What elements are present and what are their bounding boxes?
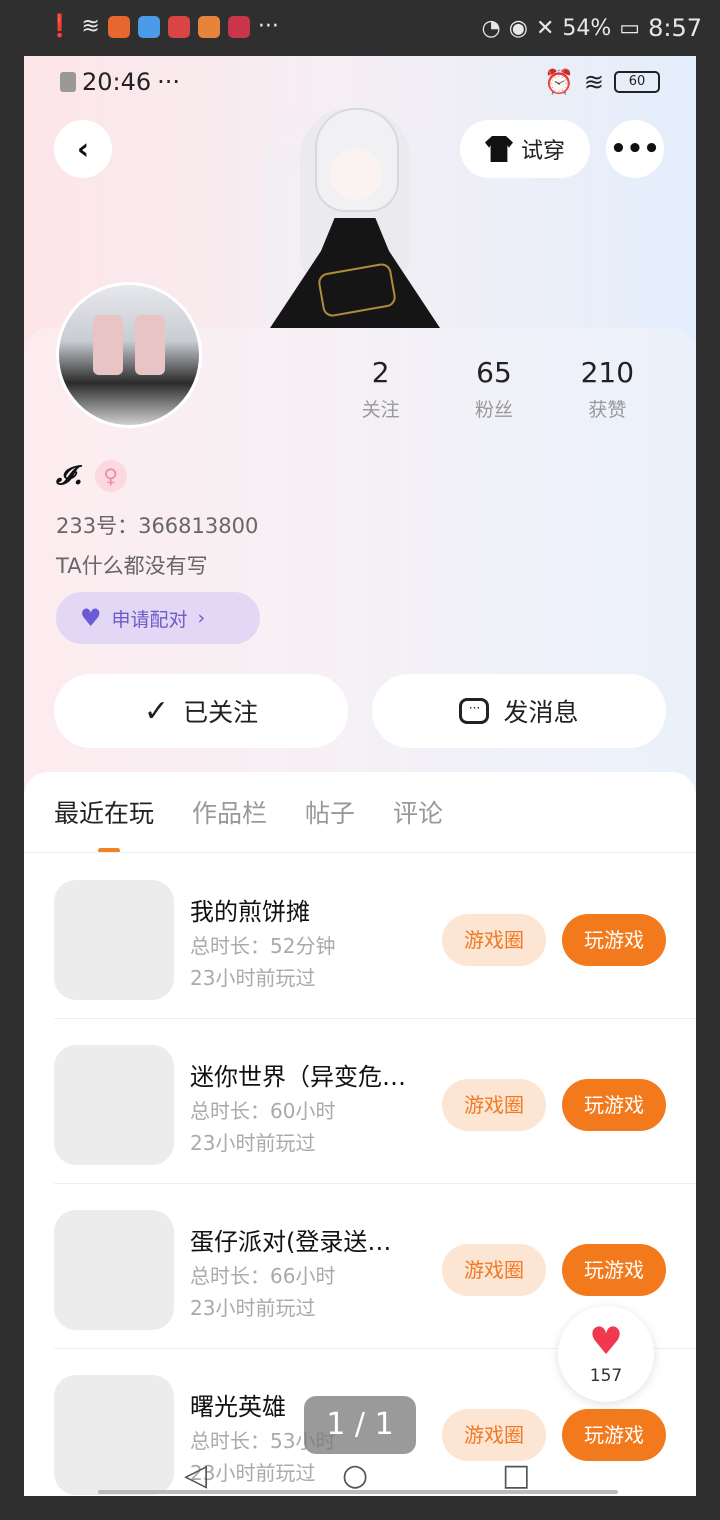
app-status-bar: 20:46 ··· ⏰ ≋ 60 [24,56,696,108]
app-time: 20:46 [82,68,152,96]
game-title: 迷你世界（异变危… [190,1063,406,1091]
wifi-icon: ≋ [81,14,100,39]
chevron-left-icon: ‹ [76,131,90,167]
game-title: 蛋仔派对(登录送… [190,1228,392,1256]
back-button[interactable]: ‹ [54,120,112,178]
game-title: 我的煎饼摊 [190,898,310,926]
app-icon [107,15,130,38]
user-id: 233号：366813800 [56,514,259,538]
send-message-label: 发消息 [503,698,579,727]
female-icon: ♀ [94,460,127,492]
play-game-button[interactable]: 玩游戏 [562,914,666,966]
sim-icon [60,72,76,92]
send-message-button[interactable]: ··· 发消息 [372,674,666,748]
nav-back-icon[interactable]: ◁ [184,1458,207,1493]
try-on-label: 试穿 [520,139,565,164]
app-screen: 20:46 ··· ⏰ ≋ 60 ‹ 试穿 ••• 2 关注 65 粉丝 210… [24,56,696,1496]
more-dots-icon: ••• [610,134,660,164]
request-pair-label: 申请配对 [111,608,188,631]
alarm-icon: ⏰ [544,68,574,96]
game-duration: 总时长：66小时 [190,1264,336,1288]
game-duration: 总时长：52分钟 [190,934,336,958]
mute-icon: ✕ [535,15,555,41]
battery-percent: 54% [562,15,612,41]
followed-label: 已关注 [183,698,259,727]
tab-comments[interactable]: 评论 [393,794,443,830]
battery-icon: 60 [614,71,660,93]
play-game-button[interactable]: 玩游戏 [562,1244,666,1296]
more-dots-icon: ··· [157,68,181,96]
game-icon[interactable] [54,880,174,1000]
more-dots-icon: ··· [257,14,279,39]
play-game-button[interactable]: 玩游戏 [562,1079,666,1131]
game-last-played: 23小时前玩过 [190,966,316,990]
like-float-button[interactable]: ♥ 157 [558,1306,654,1402]
like-count: 157 [589,1366,623,1386]
game-circle-button[interactable]: 游戏圈 [442,914,546,966]
stat-label: 关注 [361,399,400,421]
stat-number: 2 [371,356,390,389]
battery-icon: ▭ [619,15,641,41]
nickname-row: 𝓘. ♀ [56,460,127,492]
profile-stats: 2 关注 65 粉丝 210 获赞 [324,356,664,422]
chevron-right-icon: › [197,607,206,629]
nav-recents-icon[interactable]: □ [502,1458,530,1493]
user-bio: TA什么都没有写 [56,554,208,578]
eye-icon: ◉ [508,15,528,41]
list-item[interactable]: 迷你世界（异变危… 总时长：60小时 23小时前玩过 游戏圈 玩游戏 [24,1019,696,1184]
stat-followers[interactable]: 65 粉丝 [437,356,550,422]
page-indicator: 1 / 1 [304,1396,416,1454]
stat-label: 粉丝 [474,399,513,421]
status-right-icons: ◔ ◉ ✕ 54% ▭ 8:57 [482,14,702,42]
status-left-icons: ❗ ≋ ··· [46,14,279,39]
try-on-button[interactable]: 试穿 [460,120,590,178]
nav-gesture-line [98,1490,618,1494]
tab-recent-play[interactable]: 最近在玩 [54,794,154,830]
alert-icon: ❗ [46,14,74,39]
avatar-detail [135,315,165,375]
tab-posts[interactable]: 帖子 [305,794,355,830]
device-time: 8:57 [648,14,702,42]
game-last-played: 23小时前玩过 [190,1131,316,1155]
wifi-icon: ≋ [583,68,604,96]
game-circle-button[interactable]: 游戏圈 [442,1244,546,1296]
game-circle-button[interactable]: 游戏圈 [442,1079,546,1131]
device-status-bar: ❗ ≋ ··· ◔ ◉ ✕ 54% ▭ 8:57 [0,0,720,56]
tab-bar: 最近在玩 作品栏 帖子 评论 [54,794,443,830]
followed-button[interactable]: ✓ 已关注 [54,674,348,748]
tab-works[interactable]: 作品栏 [192,794,267,830]
shirt-icon [484,136,513,162]
nickname: 𝓘. [56,460,83,491]
avatar[interactable] [56,282,202,428]
stat-following[interactable]: 2 关注 [324,356,437,422]
character-figure[interactable] [260,108,450,328]
app-icon [197,15,220,38]
stat-label: 获赞 [588,399,627,421]
more-button[interactable]: ••• [606,120,664,178]
heart-icon: ♥ [588,1319,624,1363]
stat-number: 65 [476,356,512,389]
game-icon[interactable] [54,1210,174,1330]
stat-number: 210 [580,356,635,389]
check-icon: ✓ [143,693,170,729]
app-icon [227,15,250,38]
stat-likes[interactable]: 210 获赞 [551,356,664,422]
heart-icon: ♥ [80,604,102,632]
avatar-detail [93,315,123,375]
app-icon [167,15,190,38]
request-pair-button[interactable]: ♥ 申请配对 › [56,592,260,644]
game-last-played: 23小时前玩过 [190,1296,316,1320]
nav-home-icon[interactable]: ○ [342,1458,368,1493]
game-icon[interactable] [54,1045,174,1165]
chat-icon: ··· [459,698,490,724]
nfc-icon: ◔ [481,15,501,41]
divider [24,852,696,853]
list-item[interactable]: 我的煎饼摊 总时长：52分钟 23小时前玩过 游戏圈 玩游戏 [24,854,696,1019]
game-duration: 总时长：60小时 [190,1099,336,1123]
figure-face [330,148,382,200]
system-nav-bar: ◁ ○ □ [24,1452,696,1496]
app-icon [137,15,160,38]
